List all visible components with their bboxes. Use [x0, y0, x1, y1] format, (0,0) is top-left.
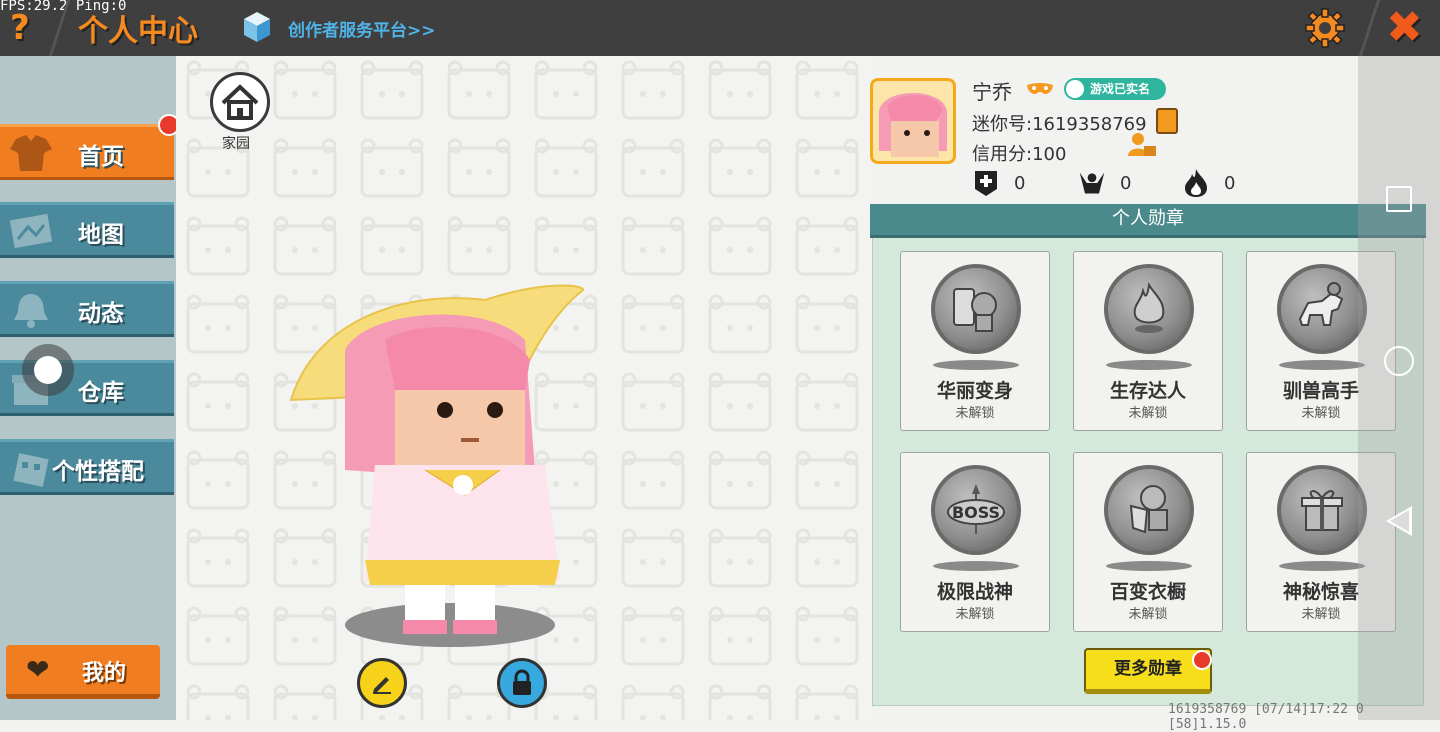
fans-count: 0 — [1120, 172, 1132, 194]
campfire-medal-icon — [1104, 264, 1194, 354]
medal-shadow — [1279, 561, 1365, 571]
heart-icon: ❤ — [26, 653, 50, 686]
page-title: 个人中心 — [78, 14, 198, 49]
player-name: 宁乔 — [972, 80, 1012, 104]
medal-card[interactable]: 百变衣橱 未解锁 — [1073, 452, 1223, 632]
medal-name: 极限战神 — [936, 581, 1013, 603]
mask-icon — [1026, 80, 1054, 101]
sidebar-item-label: 首页 — [78, 144, 124, 170]
gift-medal-icon — [1277, 465, 1367, 555]
edit-button[interactable] — [357, 658, 407, 708]
avatar-portrait — [873, 81, 953, 161]
floating-assistive-ball[interactable] — [22, 344, 74, 396]
character-avatar-3d[interactable] — [285, 280, 595, 650]
popularity-stat[interactable]: 0 — [1182, 168, 1235, 198]
fans-icon — [1078, 169, 1106, 197]
medal-status: 未解锁 — [955, 406, 995, 421]
mine-button[interactable]: ❤ 我的 — [6, 645, 160, 699]
medal-status: 未解锁 — [955, 607, 995, 622]
medal-name: 华丽变身 — [936, 380, 1013, 402]
gear-icon — [1305, 8, 1345, 48]
medal-shadow — [933, 561, 1019, 571]
medal-status: 未解锁 — [1128, 607, 1168, 622]
friends-stat[interactable]: 0 — [972, 168, 1025, 198]
medal-card[interactable]: 生存达人 未解锁 — [1073, 251, 1223, 431]
home-button[interactable] — [210, 72, 270, 132]
sidebar-item-home[interactable]: 首页 — [0, 124, 174, 180]
sidebar-item-map[interactable]: 地图 — [0, 202, 174, 258]
credit-score: 信用分:100 — [972, 144, 1067, 165]
top-bar — [0, 0, 1440, 56]
fans-stat[interactable]: 0 — [1078, 168, 1131, 198]
notification-dot — [1192, 650, 1212, 670]
avatar[interactable] — [870, 78, 956, 164]
medal-shadow — [1106, 561, 1192, 571]
sidebar-item-outfit[interactable]: 个性搭配 — [0, 439, 174, 495]
close-button[interactable]: ✖ — [1386, 2, 1423, 53]
add-friend-icon — [972, 169, 1000, 197]
medal-card[interactable]: BOSS 极限战神 未解锁 — [900, 452, 1050, 632]
medal-card[interactable]: 华丽变身 未解锁 — [900, 251, 1050, 431]
popularity-count: 0 — [1224, 172, 1236, 194]
shirt-icon — [10, 135, 52, 171]
recent-apps-button[interactable] — [1386, 186, 1412, 212]
medal-status: 未解锁 — [1128, 406, 1168, 421]
mini-id: 迷你号:1619358769 — [972, 114, 1147, 135]
mine-button-label: 我的 — [82, 661, 127, 686]
medal-panel-title: 个人勋章 — [870, 204, 1426, 238]
help-button[interactable]: ? — [10, 8, 30, 48]
cube-icon — [244, 12, 270, 42]
verified-badge: 游戏已实名 — [1064, 78, 1166, 100]
medal-shadow — [933, 360, 1019, 370]
copy-icon[interactable] — [1156, 108, 1178, 134]
sidebar-item-label: 个性搭配 — [52, 459, 144, 485]
friends-count: 0 — [1014, 172, 1026, 194]
system-nav-bar — [1358, 56, 1440, 720]
map-icon — [9, 213, 53, 249]
house-icon — [221, 84, 259, 120]
sidebar-item-label: 仓库 — [78, 380, 124, 406]
medal-name: 百变衣橱 — [1109, 581, 1186, 603]
wardrobe-medal-icon — [1104, 465, 1194, 555]
build-info: 1619358769 [07/14]17:22 0 [58]1.15.0 — [1168, 702, 1364, 732]
pencil-icon — [373, 677, 391, 694]
svg-text:BOSS: BOSS — [952, 503, 1000, 522]
home-label: 家园 — [222, 136, 250, 152]
medal-shadow — [1279, 360, 1365, 370]
credit-info-icon[interactable] — [1128, 132, 1156, 164]
settings-button[interactable] — [1300, 4, 1350, 52]
sidebar-item-label: 动态 — [78, 301, 124, 327]
horse-medal-icon — [1277, 264, 1367, 354]
creator-platform-link[interactable]: 创作者服务平台>> — [288, 16, 436, 41]
lock-button[interactable] — [497, 658, 547, 708]
outfit-icon — [13, 453, 49, 487]
sidebar-item-activity[interactable]: 动态 — [0, 281, 174, 337]
flame-icon — [1182, 169, 1210, 197]
boss-medal-icon: BOSS — [931, 465, 1021, 555]
home-system-button[interactable] — [1384, 346, 1414, 376]
medal-name: 生存达人 — [1109, 380, 1186, 402]
medal-shadow — [1106, 360, 1192, 370]
transform-medal-icon — [931, 264, 1021, 354]
bell-icon — [14, 294, 48, 328]
sidebar-item-label: 地图 — [78, 222, 124, 248]
back-button[interactable] — [1386, 506, 1412, 536]
lock-icon — [513, 669, 531, 695]
